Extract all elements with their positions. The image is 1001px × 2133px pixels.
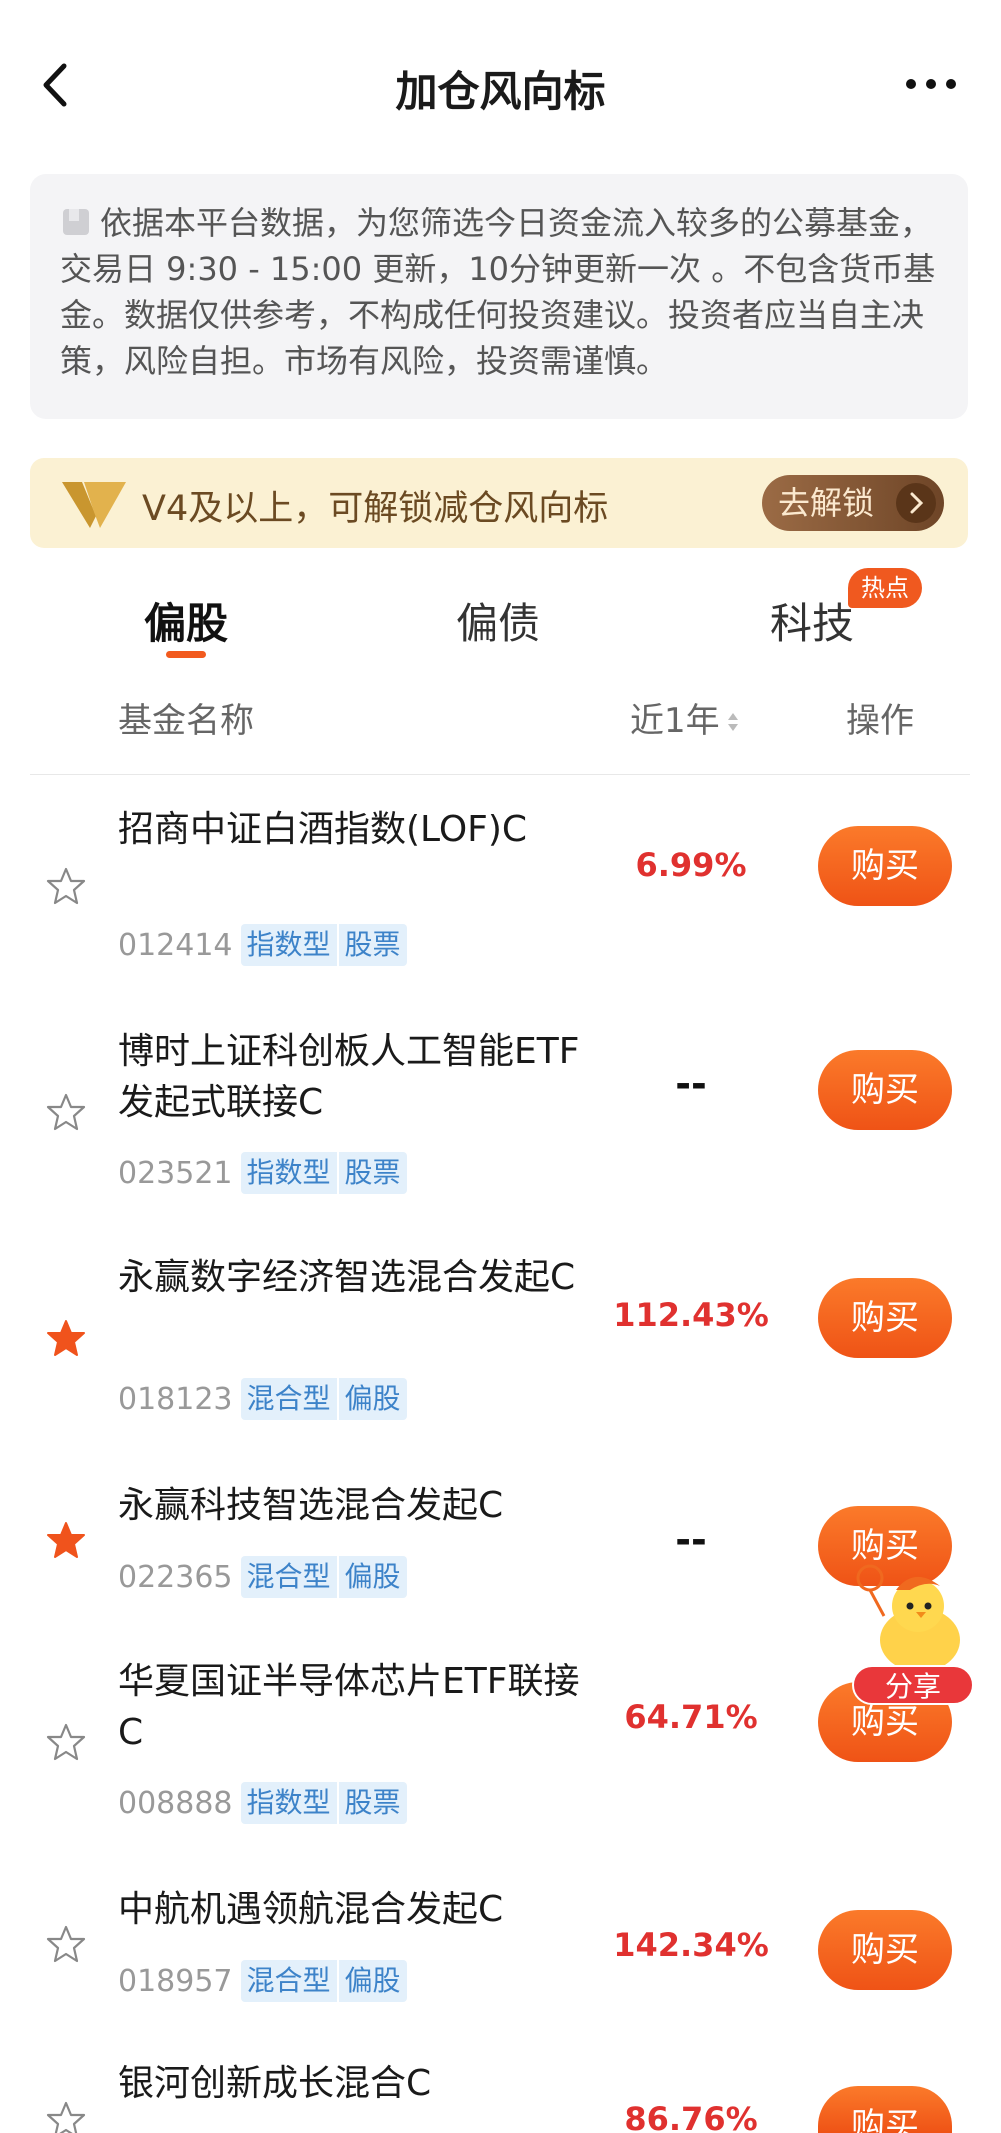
fund-code: 022365 bbox=[118, 1559, 233, 1595]
fund-type-tag: 指数型 bbox=[240, 1152, 337, 1194]
mascot-chick-icon bbox=[856, 1564, 960, 1672]
buy-button[interactable]: 购买 bbox=[818, 2086, 952, 2133]
header-divider bbox=[30, 774, 970, 775]
share-float-button[interactable]: 分享 bbox=[848, 1560, 978, 1705]
fund-type-tag: 指数型 bbox=[240, 1782, 337, 1824]
fund-name[interactable]: 永赢科技智选混合发起C bbox=[118, 1480, 588, 1531]
tab-equity[interactable]: 偏股 bbox=[144, 590, 228, 651]
star-outline-icon[interactable] bbox=[46, 1722, 86, 1762]
fund-category-tag: 偏股 bbox=[336, 1960, 407, 2002]
buy-button[interactable]: 购买 bbox=[818, 826, 952, 906]
column-return-sort[interactable]: 近1年 bbox=[630, 693, 740, 742]
fund-type-tag: 混合型 bbox=[240, 1378, 337, 1420]
fund-category-tag: 股票 bbox=[336, 1782, 407, 1824]
tab-tech[interactable]: 科技 bbox=[770, 590, 854, 651]
star-filled-icon[interactable] bbox=[46, 1520, 86, 1560]
hot-badge: 热点 bbox=[848, 568, 922, 608]
notice-text: 依据本平台数据，为您筛选今日资金流入较多的公募基金，交易日 9:30 - 15:… bbox=[60, 204, 936, 380]
vip-unlock-banner[interactable]: V4及以上，可解锁减仓风向标 去解锁 bbox=[30, 458, 968, 548]
more-button[interactable] bbox=[901, 64, 961, 104]
fund-name[interactable]: 招商中证白酒指数(LOF)C bbox=[118, 804, 588, 855]
page-title: 加仓风向标 bbox=[395, 67, 606, 116]
fund-name[interactable]: 银河创新成长混合C bbox=[118, 2058, 588, 2109]
tab-bond[interactable]: 偏债 bbox=[456, 590, 540, 651]
star-outline-icon[interactable] bbox=[46, 2100, 86, 2133]
unlock-button[interactable]: 去解锁 bbox=[762, 475, 944, 531]
fund-return: -- bbox=[675, 1518, 707, 1562]
vip-logo-icon bbox=[62, 482, 126, 528]
fund-category-tag: 股票 bbox=[336, 924, 407, 966]
column-fund-name: 基金名称 bbox=[118, 701, 254, 741]
fund-meta: 022365 混合型 偏股 bbox=[118, 1556, 407, 1598]
buy-button[interactable]: 购买 bbox=[818, 1050, 952, 1130]
active-tab-indicator bbox=[166, 651, 206, 658]
star-outline-icon[interactable] bbox=[46, 1924, 86, 1964]
fund-meta: 012414 指数型 股票 bbox=[118, 924, 407, 966]
fund-type-tag: 指数型 bbox=[240, 924, 337, 966]
fund-code: 023521 bbox=[118, 1155, 233, 1191]
fund-meta: 018123 混合型 偏股 bbox=[118, 1378, 407, 1420]
fund-type-tag: 混合型 bbox=[240, 1960, 337, 2002]
star-outline-icon[interactable] bbox=[46, 866, 86, 906]
fund-meta: 008888 指数型 股票 bbox=[118, 1782, 407, 1824]
column-return-label: 近1年 bbox=[630, 701, 720, 741]
buy-button[interactable]: 购买 bbox=[818, 1910, 952, 1990]
fund-meta: 018957 混合型 偏股 bbox=[118, 1960, 407, 2002]
fund-return: 112.43% bbox=[613, 1296, 769, 1334]
chevron-right-icon bbox=[896, 483, 936, 523]
fund-category-tag: 偏股 bbox=[336, 1556, 407, 1598]
fund-return: 142.34% bbox=[613, 1926, 769, 1964]
fund-type-tag: 混合型 bbox=[240, 1556, 337, 1598]
fund-name[interactable]: 博时上证科创板人工智能ETF发起式联接C bbox=[118, 1026, 588, 1128]
more-dots-icon bbox=[906, 79, 956, 89]
fund-code: 018957 bbox=[118, 1963, 233, 1999]
share-label: 分享 bbox=[852, 1665, 974, 1705]
fund-return: 86.76% bbox=[624, 2100, 758, 2133]
fund-category-tag: 股票 bbox=[336, 1152, 407, 1194]
fund-name[interactable]: 中航机遇领航混合发起C bbox=[118, 1884, 588, 1935]
disclaimer-notice: 依据本平台数据，为您筛选今日资金流入较多的公募基金，交易日 9:30 - 15:… bbox=[30, 174, 968, 419]
unlock-text: V4及以上，可解锁减仓风向标 bbox=[142, 489, 609, 529]
fund-return: 6.99% bbox=[635, 846, 747, 884]
fund-name[interactable]: 永赢数字经济智选混合发起C bbox=[118, 1252, 588, 1303]
fund-code: 018123 bbox=[118, 1381, 233, 1417]
star-outline-icon[interactable] bbox=[46, 1092, 86, 1132]
fund-code: 008888 bbox=[118, 1785, 233, 1821]
star-filled-icon[interactable] bbox=[46, 1318, 86, 1358]
fund-meta: 023521 指数型 股票 bbox=[118, 1152, 407, 1194]
document-icon bbox=[63, 209, 89, 235]
fund-name[interactable]: 华夏国证半导体芯片ETF联接C bbox=[118, 1656, 588, 1758]
fund-inflow-page: 加仓风向标 依据本平台数据，为您筛选今日资金流入较多的公募基金，交易日 9:30… bbox=[0, 0, 1001, 2133]
unlock-button-label: 去解锁 bbox=[778, 484, 875, 522]
fund-category-tag: 偏股 bbox=[336, 1378, 407, 1420]
nav-header: 加仓风向标 bbox=[0, 40, 1001, 130]
column-action: 操作 bbox=[846, 701, 914, 741]
sort-icon bbox=[727, 713, 738, 731]
buy-button[interactable]: 购买 bbox=[818, 1278, 952, 1358]
fund-return: 64.71% bbox=[624, 1698, 758, 1736]
fund-return: -- bbox=[675, 1062, 707, 1106]
fund-code: 012414 bbox=[118, 927, 233, 963]
